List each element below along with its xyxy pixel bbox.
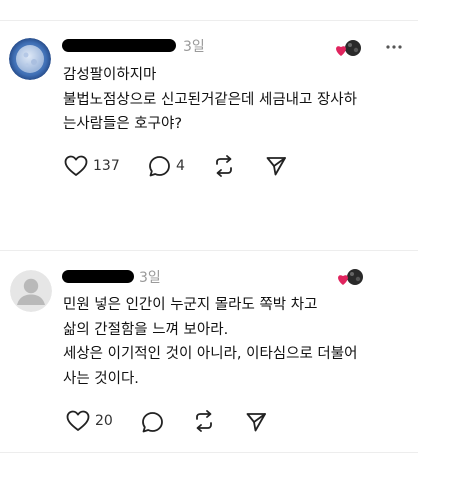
repost-button[interactable] xyxy=(212,154,236,178)
bottom-divider xyxy=(0,452,418,453)
post-line: 는사람들은 호구야? xyxy=(63,116,183,132)
post-line: 민원 넣은 인간이 누군지 몰라도 쪽박 차고 xyxy=(63,297,318,313)
reply-button[interactable]: 4 xyxy=(148,154,185,178)
send-icon xyxy=(246,413,266,432)
repost-icon xyxy=(216,155,232,177)
like-button[interactable]: 20 xyxy=(66,409,113,433)
post-line: 삶의 간절함을 느껴 보아라. xyxy=(63,321,229,338)
heart-icon xyxy=(66,410,90,431)
post-line: 불법노점상으로 신고된거같은데 세금내고 장사하 xyxy=(63,91,357,108)
send-icon xyxy=(266,157,286,176)
heart-with-avatar-icon[interactable] xyxy=(334,38,364,64)
post-body: 감성팔이하지마 불법노점상으로 신고된거같은데 세금내고 장사하 는사람들은 호… xyxy=(63,63,357,137)
post-time: 3일 xyxy=(139,270,161,286)
reply-count: 4 xyxy=(176,158,185,174)
username-redacted[interactable] xyxy=(62,39,176,52)
post-body: 민원 넣은 인간이 누군지 몰라도 쪽박 차고 삶의 간절함을 느껴 보아라. … xyxy=(63,293,357,391)
comment-bubble-icon xyxy=(142,411,163,432)
post-line: 사는 것이다. xyxy=(63,370,139,387)
comment-bubble-icon xyxy=(149,155,170,176)
reply-button[interactable] xyxy=(141,410,164,434)
avatar[interactable] xyxy=(9,38,51,80)
repost-icon xyxy=(196,410,212,432)
like-count: 137 xyxy=(93,158,120,174)
post-line: 감성팔이하지마 xyxy=(63,67,157,83)
share-button[interactable] xyxy=(265,154,287,178)
repost-button[interactable] xyxy=(192,409,216,433)
post-1[interactable]: 3일 감성팔이하지마 불법노점상으로 신고된거같은데 세금내고 장사하 는사람들… xyxy=(0,0,474,240)
username-redacted[interactable] xyxy=(62,270,134,283)
post-2[interactable]: 3일 민원 넣은 인간이 누군지 몰라도 쪽박 차고 삶의 간절함을 느껴 보아… xyxy=(0,250,474,460)
post-time: 3일 xyxy=(183,39,205,55)
share-button[interactable] xyxy=(245,410,267,434)
heart-with-avatar-icon[interactable] xyxy=(336,267,366,293)
default-person-avatar-icon xyxy=(10,270,52,312)
like-count: 20 xyxy=(95,413,113,429)
post-line: 세상은 이기적인 것이 아니라, 이타심으로 더불어 xyxy=(63,346,358,362)
heart-icon xyxy=(64,155,88,176)
like-button[interactable]: 137 xyxy=(64,154,120,178)
moon-avatar-icon xyxy=(9,38,51,80)
avatar[interactable] xyxy=(10,270,52,312)
more-dots-icon[interactable] xyxy=(385,44,403,50)
